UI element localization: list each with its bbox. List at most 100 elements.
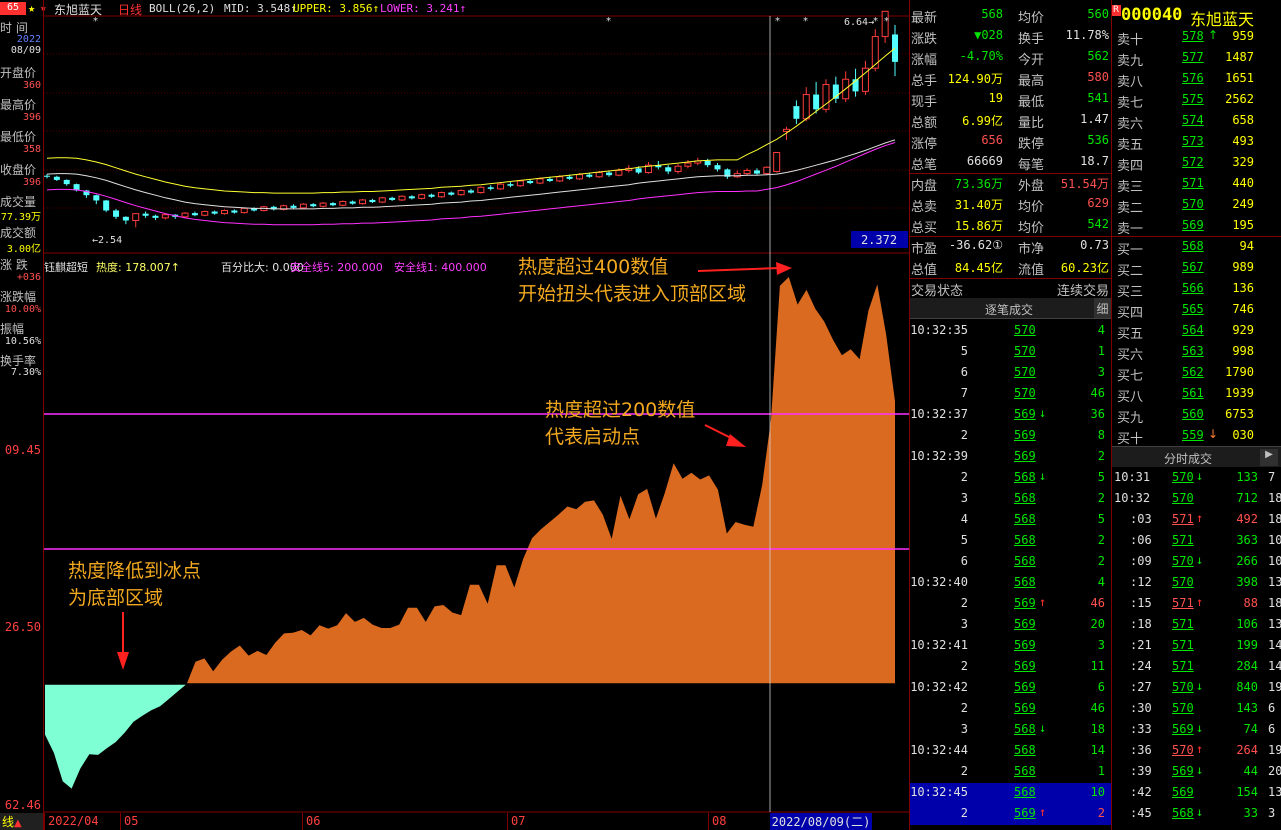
- tick-trade-header[interactable]: 逐笔成交 细: [910, 298, 1111, 319]
- play-arrow-icon[interactable]: ▶: [1260, 449, 1278, 466]
- book-level-row[interactable]: 买九 560 6753: [1112, 405, 1281, 426]
- tick-trade-row[interactable]: 10:32:41 569 3: [910, 636, 1111, 657]
- quote-label: 总值: [911, 263, 938, 278]
- x-axis-tick: [302, 813, 303, 830]
- minute-time: :42: [1130, 785, 1152, 799]
- book-level-price: 563: [1182, 344, 1204, 358]
- annotation-bottom: 热度降低到冰点 为底部区域: [68, 558, 201, 612]
- book-level-row[interactable]: 卖三 571 440: [1112, 174, 1281, 195]
- book-level-row[interactable]: 买五 564 929: [1112, 321, 1281, 342]
- book-level-row[interactable]: 买二 567 989: [1112, 258, 1281, 279]
- minute-trade-row[interactable]: :42 569 154 13: [1112, 783, 1281, 804]
- tick-trade-row[interactable]: 3 569 20: [910, 615, 1111, 636]
- book-level-row[interactable]: 买六 563 998: [1112, 342, 1281, 363]
- quote-value: 560: [1087, 7, 1109, 21]
- tick-trade-row[interactable]: 3 568 ↓ 18: [910, 720, 1111, 741]
- book-level-row[interactable]: 买三 566 136: [1112, 279, 1281, 300]
- tick-trade-row[interactable]: 10:32:45 568 10: [910, 783, 1111, 804]
- tick-trade-row[interactable]: 6 570 3: [910, 363, 1111, 384]
- bottom-tab[interactable]: 线▲: [0, 813, 43, 830]
- high-value: 396: [22, 112, 41, 123]
- tick-trade-row[interactable]: 7 570 46: [910, 384, 1111, 405]
- tick-trade-row[interactable]: 2 569 ↑ 46: [910, 594, 1111, 615]
- minute-trade-row[interactable]: 10:31 570 ↓ 133 7: [1112, 468, 1281, 489]
- tick-trade-row[interactable]: 2 569 46: [910, 699, 1111, 720]
- minute-trade-row[interactable]: :39 569↓ 44 20: [1112, 762, 1281, 783]
- minute-trade-row[interactable]: :21 571 199 14: [1112, 636, 1281, 657]
- tick-trade-row[interactable]: 6 568 2: [910, 552, 1111, 573]
- tick-trade-row[interactable]: 10:32:40 568 4: [910, 573, 1111, 594]
- minute-trade-row[interactable]: :18 571 106 13: [1112, 615, 1281, 636]
- tick-trade-row[interactable]: 4 568 5: [910, 510, 1111, 531]
- tick-trade-row[interactable]: 10:32:37 569 ↓ 36: [910, 405, 1111, 426]
- book-level-row[interactable]: 卖四 572 329: [1112, 153, 1281, 174]
- candle-body-down: [468, 190, 474, 193]
- minute-trade-row[interactable]: :36 570↑ 264 19: [1112, 741, 1281, 762]
- quote-value: -36.62①: [948, 238, 1003, 252]
- minute-trade-row[interactable]: :33 569 ↓ 74 6: [1112, 720, 1281, 741]
- book-level-row[interactable]: 买七 562 1790: [1112, 363, 1281, 384]
- quote-row: 内盘 73.36万 外盘 51.54万: [910, 173, 1111, 194]
- book-level-volume: 1790: [1225, 365, 1254, 379]
- minute-volume: 44: [1243, 764, 1258, 778]
- minute-trade-row[interactable]: :15 571↑ 88 18: [1112, 594, 1281, 615]
- tick-trade-row[interactable]: 2 568 1: [910, 762, 1111, 783]
- candle-body-up: [457, 189, 465, 196]
- tick-trade-panel[interactable]: 逐笔成交 细 10:32:35 570 4 5 570 1 6 570 3 7 570 46 10:32…: [909, 298, 1111, 830]
- book-level-label: 买五: [1117, 327, 1144, 342]
- book-level-row[interactable]: 买四 565 746: [1112, 300, 1281, 321]
- tick-volume: 18: [1090, 722, 1105, 736]
- minute-trade-row[interactable]: :12 570 398 13: [1112, 573, 1281, 594]
- book-level-price: 578: [1182, 29, 1204, 43]
- minute-count: 10: [1268, 554, 1281, 568]
- minute-trade-row[interactable]: :06 571 363 10: [1112, 531, 1281, 552]
- tick-trade-row[interactable]: 5 568 2: [910, 531, 1111, 552]
- minute-trade-row[interactable]: 10:32 570 712 18: [1112, 489, 1281, 510]
- book-level-row[interactable]: 卖六 574 658: [1112, 111, 1281, 132]
- book-level-label: 卖二: [1117, 201, 1144, 216]
- candle-body-up: [684, 162, 692, 167]
- tick-trade-row[interactable]: 10:32:39 569 2: [910, 447, 1111, 468]
- tick-trade-row[interactable]: 2 568 ↓ 5: [910, 468, 1111, 489]
- book-level-row[interactable]: 卖九 577 1487: [1112, 48, 1281, 69]
- minute-trade-row[interactable]: :45 568 ↓ 33 3: [1112, 804, 1281, 825]
- tick-trade-row[interactable]: 5 570 1: [910, 342, 1111, 363]
- book-level-row[interactable]: 卖七 575 2562: [1112, 90, 1281, 111]
- arrow-up-icon: ↑: [1196, 742, 1204, 756]
- minute-trade-row[interactable]: :30 570 143 6: [1112, 699, 1281, 720]
- detail-button[interactable]: 细: [1094, 298, 1111, 318]
- tick-trade-row[interactable]: 10:32:44 568 14: [910, 741, 1111, 762]
- change-label: 涨 跌: [0, 258, 28, 272]
- tick-price: 568: [1014, 512, 1036, 526]
- tick-trade-row[interactable]: 2 569 8: [910, 426, 1111, 447]
- tick-trade-row[interactable]: 2 569 ↑ 2: [910, 804, 1111, 825]
- arrow-down-icon: ↓: [1039, 406, 1047, 420]
- book-level-row[interactable]: 卖五 573 493: [1112, 132, 1281, 153]
- book-level-row[interactable]: 卖一 569 195: [1112, 216, 1281, 237]
- minute-count: 6: [1268, 722, 1276, 736]
- book-level-row[interactable]: 卖二 570 249: [1112, 195, 1281, 216]
- book-level-row[interactable]: 买十 559 030 ↓: [1112, 426, 1281, 447]
- tick-trade-row[interactable]: 2 569 11: [910, 657, 1111, 678]
- book-level-row[interactable]: 买一 568 94: [1112, 237, 1281, 258]
- book-level-row[interactable]: 买八 561 1939: [1112, 384, 1281, 405]
- tick-price: 569: [1014, 449, 1036, 463]
- tick-trade-row[interactable]: 10:32:35 570 4: [910, 321, 1111, 342]
- main-chart-area[interactable]: ←2.546.64→* * * * * *2.372: [0, 0, 909, 830]
- minute-trade-header[interactable]: 分时成交 ▶: [1112, 446, 1281, 467]
- minute-trade-row[interactable]: :03 571↑ 492 18: [1112, 510, 1281, 531]
- book-level-row[interactable]: 卖八 576 1651: [1112, 69, 1281, 90]
- minute-trade-row[interactable]: :24 571 284 14: [1112, 657, 1281, 678]
- tick-volume: 2: [1097, 806, 1105, 820]
- minute-count: 13: [1268, 785, 1281, 799]
- period-label[interactable]: 日线: [118, 1, 142, 18]
- tick-trade-row[interactable]: 3 568 2: [910, 489, 1111, 510]
- minute-trade-row[interactable]: :27 570↓ 840 19: [1112, 678, 1281, 699]
- date-year: 2022: [16, 34, 41, 45]
- minute-trade-row[interactable]: :09 570↓ 266 10: [1112, 552, 1281, 573]
- tick-trade-row[interactable]: 10:32:42 569 6: [910, 678, 1111, 699]
- indicator-name[interactable]: 钰麒超短: [44, 259, 88, 275]
- book-level-row[interactable]: 卖十 578 959 ↑: [1112, 27, 1281, 48]
- quote-value: 542: [1087, 217, 1109, 231]
- candle-body-up: [556, 176, 564, 182]
